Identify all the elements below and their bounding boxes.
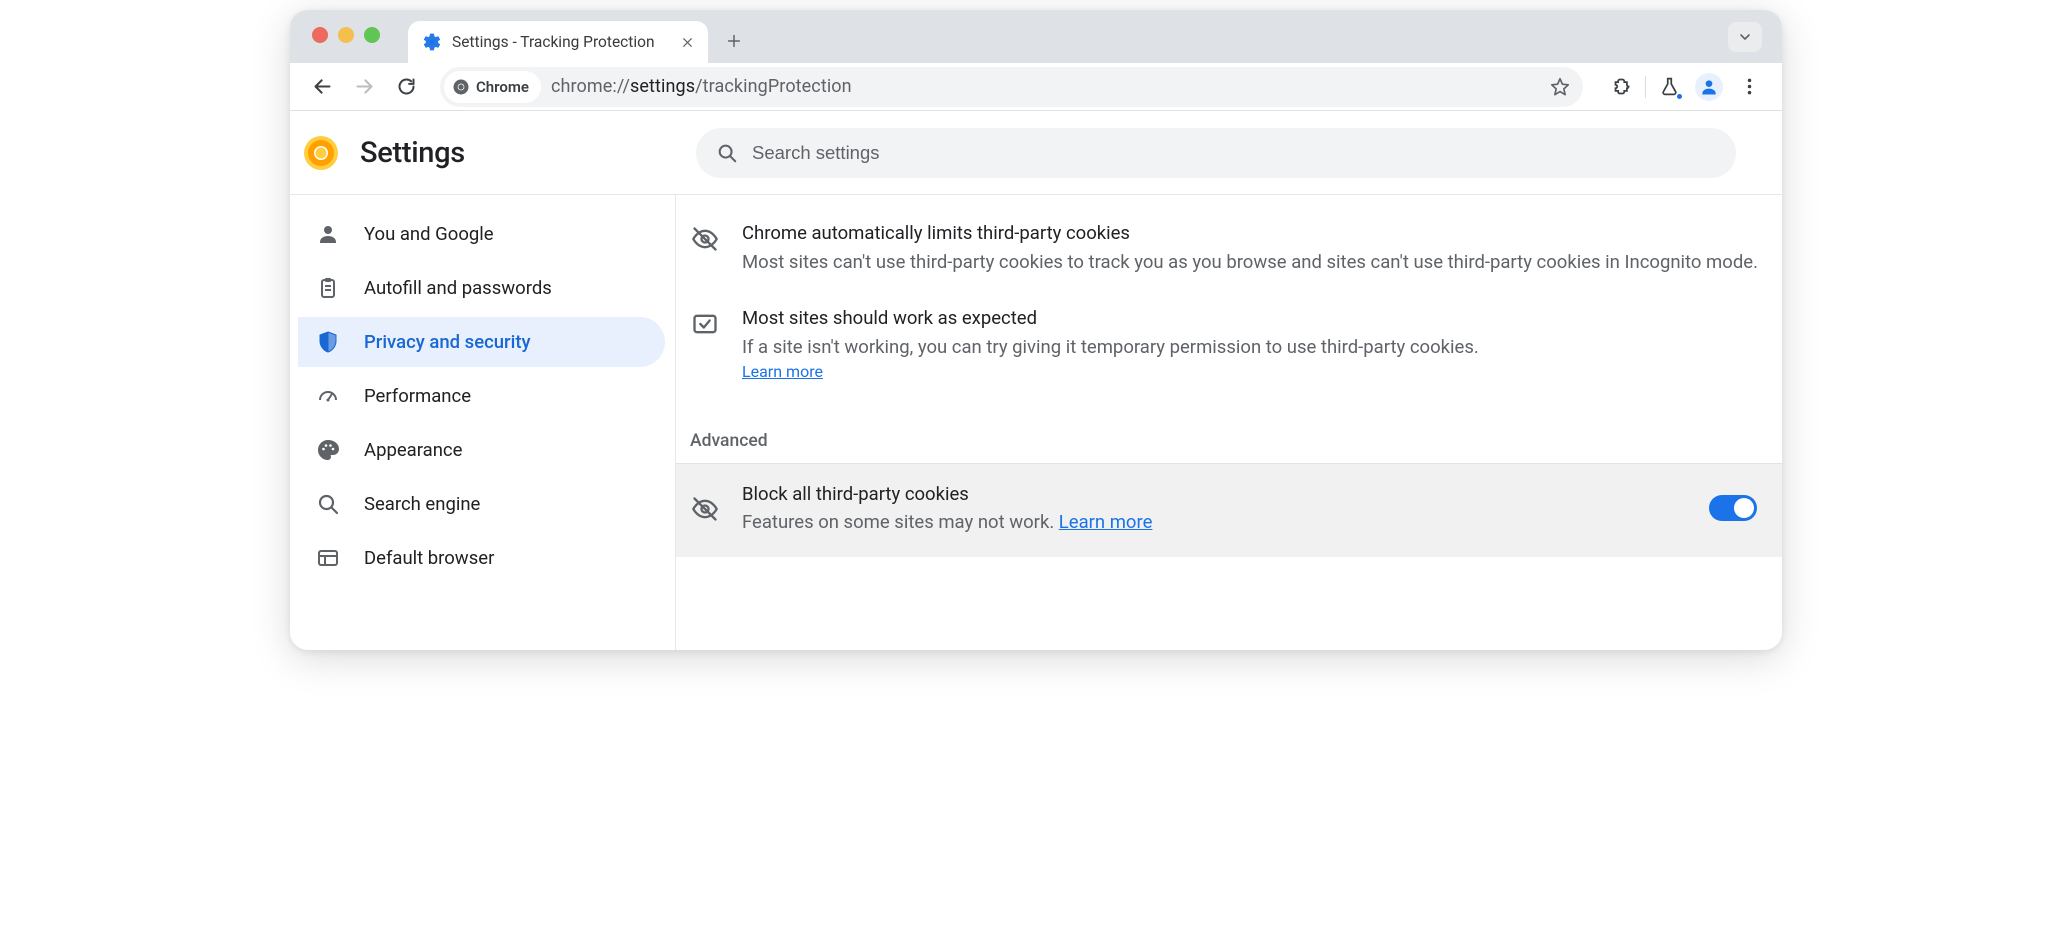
settings-sidebar: You and Google Autofill and passwords Pr… xyxy=(290,195,676,650)
chrome-logo-icon xyxy=(304,136,338,170)
setting-block-all-third-party: Block all third-party cookies Features o… xyxy=(676,463,1782,557)
puzzle-icon xyxy=(1612,76,1633,97)
labs-button[interactable] xyxy=(1650,69,1688,105)
extensions-button[interactable] xyxy=(1603,69,1641,105)
shield-icon xyxy=(316,330,340,354)
close-window-button[interactable] xyxy=(312,27,328,43)
learn-more-link[interactable]: Learn more xyxy=(1059,511,1153,533)
sidebar-item-label: Performance xyxy=(364,385,471,407)
clipboard-icon xyxy=(316,276,340,300)
tab-strip: Settings - Tracking Protection xyxy=(290,10,1782,63)
browser-icon xyxy=(316,546,340,570)
reload-button[interactable] xyxy=(388,69,424,105)
arrow-right-icon xyxy=(354,76,375,97)
search-settings[interactable] xyxy=(696,128,1736,178)
learn-more-link[interactable]: Learn more xyxy=(742,362,823,381)
reload-icon xyxy=(396,76,417,97)
info-row-limits-cookies: Chrome automatically limits third-party … xyxy=(690,205,1758,290)
site-chip[interactable]: Chrome xyxy=(444,71,541,103)
sidebar-item-performance[interactable]: Performance xyxy=(298,371,665,421)
page-title: Settings xyxy=(360,136,465,170)
address-bar[interactable]: Chrome chrome://settings/trackingProtect… xyxy=(440,67,1583,107)
search-icon xyxy=(716,142,738,164)
settings-brand: Settings xyxy=(304,136,676,170)
sidebar-item-label: Default browser xyxy=(364,547,494,569)
tab-title: Settings - Tracking Protection xyxy=(452,33,668,51)
setting-desc: Features on some sites may not work. Lea… xyxy=(742,508,1688,537)
forward-button[interactable] xyxy=(346,69,382,105)
sidebar-item-autofill[interactable]: Autofill and passwords xyxy=(298,263,665,313)
browser-window: Settings - Tracking Protection Chrome xyxy=(290,10,1782,650)
setting-title: Block all third-party cookies xyxy=(742,480,1688,509)
advanced-heading: Advanced xyxy=(676,405,1782,463)
sidebar-item-privacy[interactable]: Privacy and security xyxy=(298,317,665,367)
browser-tab[interactable]: Settings - Tracking Protection xyxy=(408,21,708,63)
info-desc: If a site isn't working, you can try giv… xyxy=(742,333,1758,362)
overflow-menu-button[interactable] xyxy=(1730,69,1768,105)
maximize-window-button[interactable] xyxy=(364,27,380,43)
gear-icon xyxy=(422,32,442,52)
site-chip-label: Chrome xyxy=(476,78,529,96)
info-title: Most sites should work as expected xyxy=(742,304,1758,333)
settings-body: You and Google Autofill and passwords Pr… xyxy=(290,195,1782,650)
arrow-left-icon xyxy=(312,76,333,97)
search-icon xyxy=(316,492,340,516)
plus-icon xyxy=(726,33,742,49)
info-title: Chrome automatically limits third-party … xyxy=(742,219,1758,248)
sidebar-item-appearance[interactable]: Appearance xyxy=(298,425,665,475)
star-icon xyxy=(1549,76,1571,98)
block-third-party-toggle[interactable] xyxy=(1710,496,1756,520)
info-row-sites-work: Most sites should work as expected If a … xyxy=(690,290,1758,394)
bookmark-button[interactable] xyxy=(1549,76,1571,98)
window-controls xyxy=(312,27,380,43)
sidebar-item-search-engine[interactable]: Search engine xyxy=(298,479,665,529)
sidebar-item-default-browser[interactable]: Default browser xyxy=(298,533,665,583)
toggle-knob xyxy=(1734,498,1754,518)
settings-header: Settings xyxy=(290,111,1782,195)
profile-button[interactable] xyxy=(1690,69,1728,105)
person-icon xyxy=(1699,77,1719,97)
person-icon xyxy=(316,222,340,246)
new-tab-button[interactable] xyxy=(716,23,752,59)
sidebar-item-label: Autofill and passwords xyxy=(364,277,552,299)
chevron-down-icon xyxy=(1737,29,1753,45)
sidebar-item-label: Privacy and security xyxy=(364,331,531,353)
sidebar-item-label: Appearance xyxy=(364,439,462,461)
checkbox-icon xyxy=(690,304,720,338)
tab-search-button[interactable] xyxy=(1728,22,1762,52)
sidebar-item-you-and-google[interactable]: You and Google xyxy=(298,209,665,259)
url-text: chrome://settings/trackingProtection xyxy=(551,76,852,97)
notification-dot xyxy=(1675,92,1684,101)
close-icon xyxy=(681,36,694,49)
visibility-off-icon xyxy=(690,219,720,253)
browser-toolbar: Chrome chrome://settings/trackingProtect… xyxy=(290,63,1782,111)
chrome-icon xyxy=(452,78,470,96)
sidebar-item-label: You and Google xyxy=(364,223,494,245)
separator xyxy=(1645,76,1646,98)
visibility-off-icon xyxy=(690,493,720,523)
sidebar-item-label: Search engine xyxy=(364,493,480,515)
settings-main: Chrome automatically limits third-party … xyxy=(676,195,1782,650)
speedometer-icon xyxy=(316,384,340,408)
search-settings-input[interactable] xyxy=(752,142,1716,164)
back-button[interactable] xyxy=(304,69,340,105)
dots-vertical-icon xyxy=(1739,76,1760,97)
info-desc: Most sites can't use third-party cookies… xyxy=(742,248,1758,277)
avatar xyxy=(1695,73,1723,101)
palette-icon xyxy=(316,438,340,462)
toolbar-actions xyxy=(1599,69,1768,105)
tab-close-button[interactable] xyxy=(678,33,696,51)
minimize-window-button[interactable] xyxy=(338,27,354,43)
